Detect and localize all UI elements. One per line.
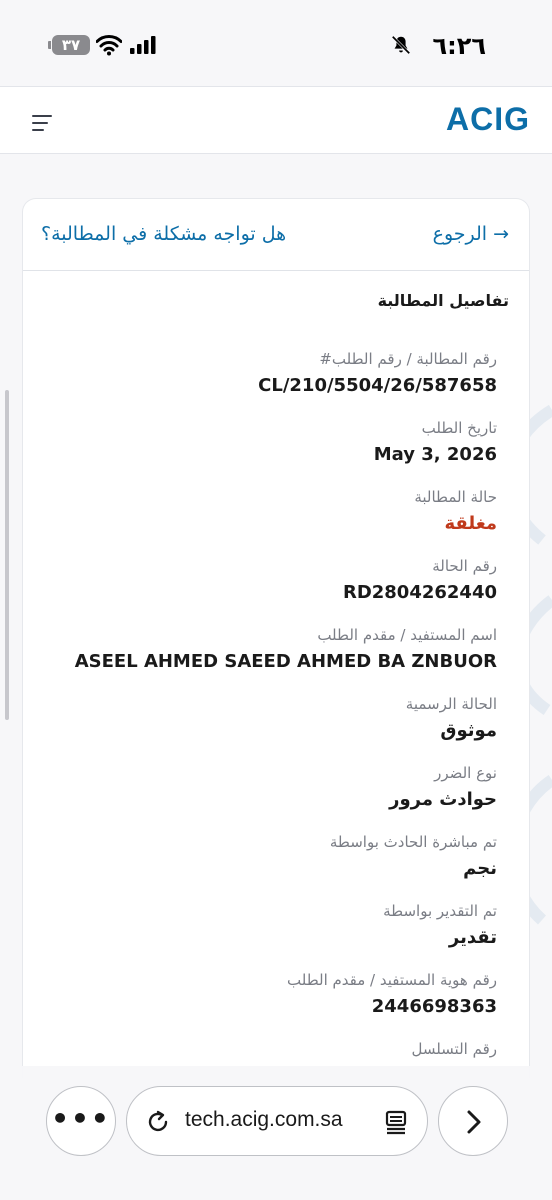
field-claim-status: حالة المطالبة مغلقة [35, 485, 497, 554]
claim-fields: رقم المطالبة / رقم الطلب# CL/210/5504/26… [35, 347, 497, 1078]
menu-icon[interactable] [32, 115, 54, 131]
reload-icon[interactable] [145, 1109, 171, 1135]
field-accident-handled-by: تم مباشرة الحادث بواسطة نجم [329, 833, 497, 879]
url-text: tech.acig.com.sa [185, 1108, 343, 1131]
field-beneficiary-name: اسم المستفيد / مقدم الطلب ASEEL AHMED SA… [74, 626, 497, 672]
acig-logo[interactable]: ACIG [446, 101, 530, 138]
report-problem-link[interactable]: هل تواجه مشكلة في المطالبة؟ [41, 223, 286, 245]
forward-button[interactable] [438, 1086, 508, 1156]
bell-muted-icon [391, 35, 411, 55]
signal-icon [130, 36, 156, 54]
chevron-right-icon [467, 1110, 481, 1134]
field-request-date: تاريخ الطلب May 3, 2026 [373, 419, 497, 465]
scroll-indicator[interactable] [5, 390, 9, 720]
claim-details-card: →الرجوع هل تواجه مشكلة في المطالبة؟ تفاص… [22, 198, 530, 1078]
address-bar[interactable]: tech.acig.com.sa [126, 1086, 428, 1156]
field-official-status: الحالة الرسمية موثوق [405, 695, 497, 741]
field-case-number: رقم الحالة RD2804262440 [342, 557, 497, 603]
field-beneficiary-id: رقم هوية المستفيد / مقدم الطلب 244669836… [287, 971, 497, 1017]
battery-icon: ٣٧ [48, 35, 90, 55]
field-damage-type: نوع الضرر حوادث مرور [389, 764, 497, 810]
section-title: تفاصيل المطالبة [377, 291, 509, 310]
wifi-icon [96, 35, 122, 56]
back-link[interactable]: →الرجوع [433, 223, 509, 245]
browser-toolbar: ••• tech.acig.com.sa [0, 1066, 552, 1200]
reader-mode-icon[interactable] [383, 1109, 409, 1135]
arrow-right-icon: → [493, 223, 509, 245]
status-time: ٦:٢٦ [432, 32, 486, 60]
more-dots-icon: ••• [51, 1102, 111, 1135]
site-header: ACIG [0, 86, 552, 154]
status-bar: ٦:٢٦ ٣٧ [0, 0, 552, 80]
status-badge: مغلقة [444, 513, 497, 534]
card-top-bar: →الرجوع هل تواجه مشكلة في المطالبة؟ [23, 199, 529, 271]
field-claim-number: رقم المطالبة / رقم الطلب# CL/210/5504/26… [258, 350, 497, 396]
more-options-button[interactable]: ••• [46, 1086, 116, 1156]
field-assessed-by: تم التقدير بواسطة تقدير [383, 902, 497, 948]
